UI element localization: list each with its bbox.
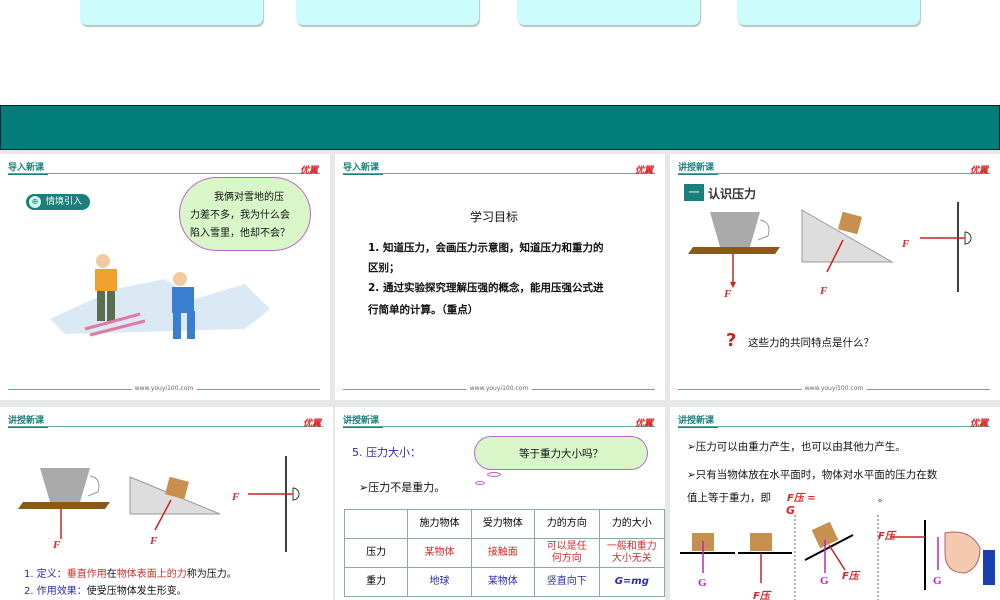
text-line: ➢压力可以由重力产生，也可以由其他力产生。 (687, 441, 906, 453)
td: 一般和重力大小无关 (598, 538, 665, 568)
point-text: ➢压力不是重力。 (359, 481, 446, 494)
footer-url: www.youyi100.com (801, 385, 867, 392)
period: 。 (878, 492, 889, 504)
logo: 优翼 (634, 419, 653, 429)
text-line: ➢只有当物体放在水平面时，物体对水平面的压力在数 (687, 469, 938, 481)
effect-body: 使受压物体发生形变。 (86, 586, 187, 597)
td: 某物体 (407, 538, 472, 568)
top-card-3 (517, 0, 700, 25)
def-d: 称为压力。 (186, 569, 237, 580)
thought-bubble: 我俩对雪地的压 力差不多，我为什么会 陷入雪里，他却不会？ (180, 178, 310, 250)
td: 某物体 (470, 567, 535, 597)
td: 接触面 (470, 538, 535, 568)
g-label: G (933, 575, 942, 587)
slide-objectives[interactable]: 导入新课 优翼 学习目标 1. 知道压力，会画压力示意图，知道压力和重力的 区别… (335, 154, 665, 400)
slide-intro[interactable]: 导入新课 优翼 ⊕ 情境引入 我俩对雪地的压 力差不多，我为什么会 陷入雪里，他… (0, 154, 330, 400)
def-prefix: 1. 定义： (24, 569, 67, 580)
bubble-line: 力差不多，我为什么会 (190, 210, 290, 221)
question-mark-icon: ? (726, 330, 737, 351)
objectives-title: 学习目标 (470, 210, 519, 224)
comparison-table: 施力物体 受力物体 力的方向 力的大小 压力 某物体 接触面 可以是任何方向 一般和重力大小无… (343, 509, 665, 597)
fp-label: F压 (842, 571, 859, 582)
footer-url: www.youyi100.com (466, 385, 532, 392)
text-line: 值上等于重力，即 (687, 492, 771, 504)
effect-prefix: 2. 作用效果： (24, 586, 87, 597)
th: 施力物体 (407, 509, 472, 539)
slide-pressure-size[interactable]: 讲授新课 优翼 5. 压力大小： 等于重力大小吗？ ➢压力不是重力。 施力物体受… (335, 407, 665, 600)
top-card-2 (296, 0, 479, 25)
th (343, 509, 409, 539)
title-banner (0, 105, 1000, 150)
skiers-illustration (50, 254, 270, 339)
bubble-line: 我俩对雪地的压 (214, 192, 284, 203)
logo: 优翼 (299, 166, 318, 176)
top-card-4 (737, 0, 920, 25)
g-label: G (820, 575, 829, 587)
th: 力的方向 (533, 509, 600, 539)
force-label: F (724, 288, 732, 300)
force-label: F (53, 539, 61, 551)
objective-line: 行简单的计算。（重点） (368, 304, 479, 316)
objective-line: 1. 知道压力，会画压力示意图，知道压力和重力的 (368, 242, 604, 254)
top-card-1 (80, 0, 263, 25)
table-row: 重力 地球 某物体 竖直向下 G=mg (343, 567, 665, 597)
slide-grid: 导入新课 优翼 ⊕ 情境引入 我俩对雪地的压 力差不多，我为什么会 陷入雪里，他… (0, 150, 1000, 600)
td: 重力 (343, 567, 409, 597)
pressure-diagrams (680, 515, 995, 600)
logo: 优翼 (634, 166, 653, 176)
def-a: 垂直作用 (66, 569, 107, 580)
objective-line: 区别； (368, 262, 400, 274)
effect-text: 2. 作用效果：使受压物体发生形变。 (24, 582, 187, 597)
def-b: 在 (106, 569, 117, 580)
force-label: F (820, 285, 828, 297)
slide-definition[interactable]: 讲授新课 优翼 F F F 1. 定义：垂直作用在物体表面上的力称为压力。 2.… (0, 407, 333, 600)
th: 力的大小 (598, 509, 665, 539)
g-label: G (698, 577, 707, 589)
th: 受力物体 (470, 509, 535, 539)
fp-label: F压 (878, 531, 895, 542)
section-title: 认识压力 (708, 187, 757, 201)
logo: 优翼 (969, 166, 988, 176)
td: 地球 (407, 567, 472, 597)
logo: 优翼 (302, 419, 321, 429)
footer-url: www.youyi100.com (131, 385, 197, 392)
bubble-text: 等于重力大小吗？ (519, 448, 603, 460)
logo: 优翼 (969, 419, 988, 429)
fp-label: F压 (753, 591, 770, 600)
table-row: 压力 某物体 接触面 可以是任何方向 一般和重力大小无关 (343, 538, 665, 568)
force-diagrams (688, 202, 972, 292)
objective-line: 2. 通过实验探究理解压强的概念，能用压强公式进 (368, 282, 604, 294)
formula: F压 = (787, 493, 816, 504)
force-diagrams (18, 456, 300, 552)
scenario-tag[interactable]: ⊕ 情境引入 (26, 194, 91, 210)
question-text: 这些力的共同特点是什么？ (748, 337, 874, 349)
bubble-line: 陷入雪里，他却不会？ (190, 228, 290, 239)
section-heading: 5. 压力大小： (352, 446, 421, 459)
td: G=mg (598, 567, 665, 597)
thought-bubble: 等于重力大小吗？ (475, 437, 647, 469)
force-label: F (902, 238, 910, 250)
td: 竖直向下 (533, 567, 600, 597)
force-label: F (232, 491, 240, 503)
slide-know-pressure[interactable]: 讲授新课 优翼 一 认识压力 F F F ? 这些力的共同特点是什么？ www.… (670, 154, 1000, 400)
definition-text: 1. 定义：垂直作用在物体表面上的力称为压力。 (24, 565, 237, 580)
td: 可以是任何方向 (533, 538, 600, 568)
tag-label: 情境引入 (46, 197, 83, 207)
slide-pressure-source[interactable]: 讲授新课 优翼 ➢压力可以由重力产生，也可以由其他力产生。 ➢只有当物体放在水平… (670, 407, 1000, 600)
search-icon: ⊕ (29, 196, 41, 208)
td: 压力 (343, 538, 409, 568)
force-label: F (150, 535, 158, 547)
def-c: 物体表面上的力 (116, 569, 187, 580)
section-number-icon: 一 (684, 184, 704, 201)
